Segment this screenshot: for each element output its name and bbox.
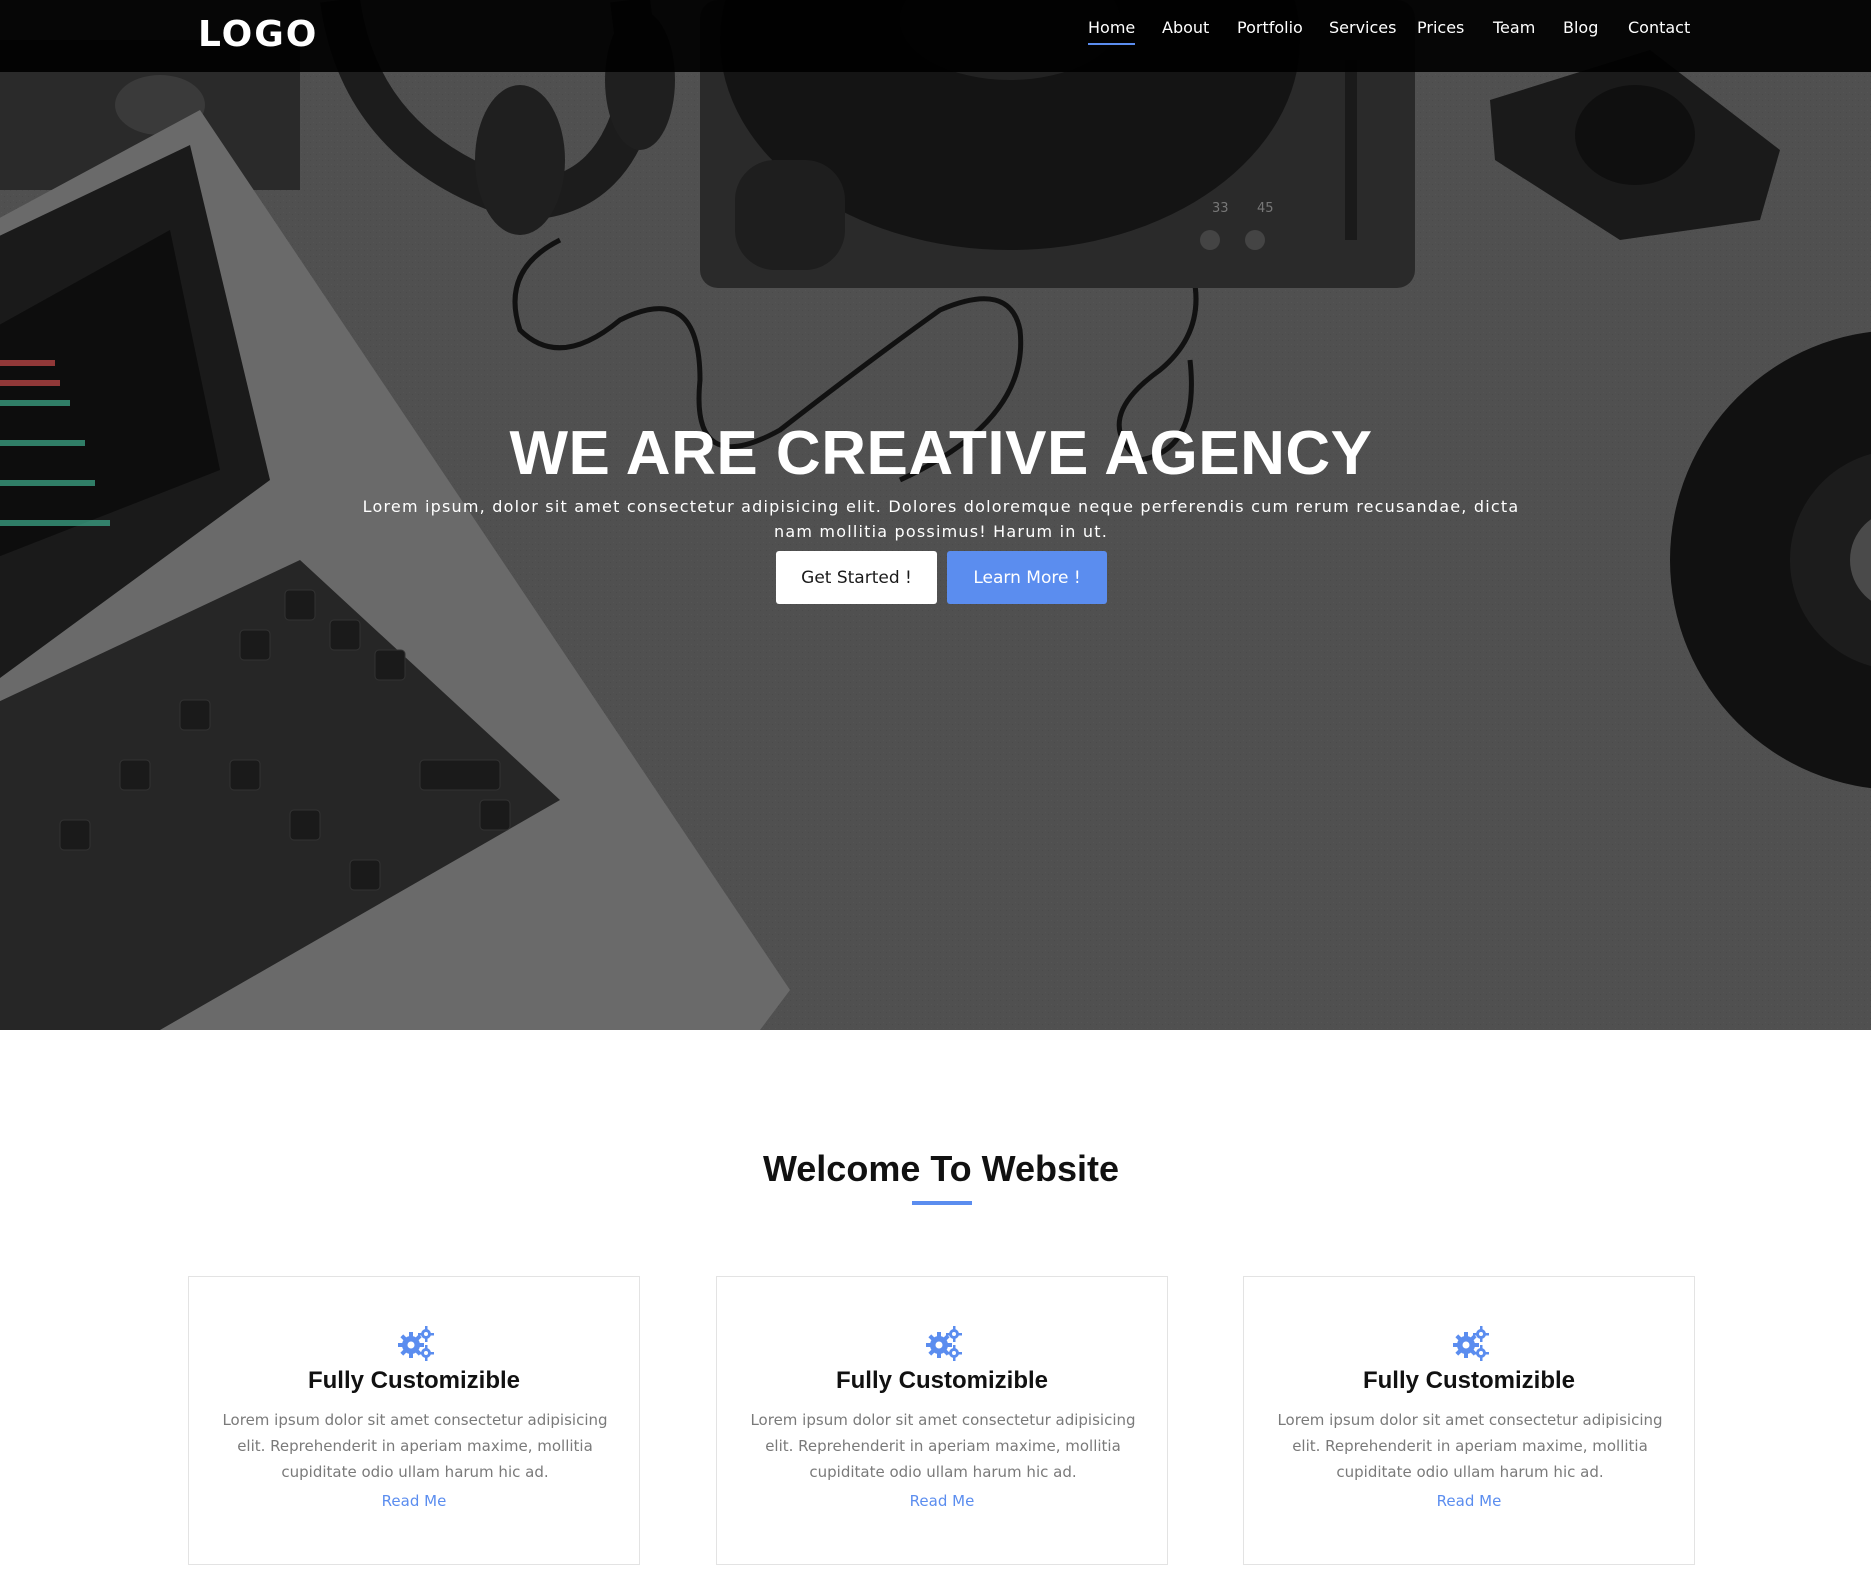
read-me-link[interactable]: Read Me bbox=[189, 1492, 639, 1510]
svg-text:45: 45 bbox=[1257, 201, 1274, 216]
get-started-button[interactable]: Get Started ! bbox=[776, 551, 937, 604]
card-title: Fully Customizible bbox=[835, 1367, 1048, 1394]
hero-section: 33 45 LOGO Home About Portfolio Services… bbox=[0, 0, 1871, 1030]
gears-icon bbox=[926, 1326, 962, 1361]
nav-services[interactable]: Services bbox=[1329, 18, 1396, 43]
card-text: Lorem ipsum dolor sit amet consectetur a… bbox=[1277, 1411, 1663, 1481]
svg-text:33: 33 bbox=[1212, 201, 1229, 216]
gears-icon bbox=[398, 1326, 434, 1361]
feature-card: Fully Customizible Lorem ipsum dolor sit… bbox=[716, 1276, 1168, 1565]
card-title: Fully Customizible bbox=[307, 1367, 520, 1394]
feature-card: Fully Customizible Lorem ipsum dolor sit… bbox=[188, 1276, 640, 1565]
nav-home[interactable]: Home bbox=[1088, 18, 1136, 45]
card-text: Lorem ipsum dolor sit amet consectetur a… bbox=[750, 1411, 1136, 1481]
gears-icon bbox=[1453, 1326, 1489, 1361]
welcome-title: Welcome To Website bbox=[762, 1148, 1120, 1189]
read-me-link[interactable]: Read Me bbox=[717, 1492, 1167, 1510]
nav-portfolio[interactable]: Portfolio bbox=[1237, 18, 1303, 43]
nav-prices[interactable]: Prices bbox=[1417, 18, 1464, 43]
card-title: Fully Customizible bbox=[1362, 1367, 1575, 1394]
card-text: Lorem ipsum dolor sit amet consectetur a… bbox=[222, 1411, 608, 1481]
title-underline bbox=[912, 1201, 972, 1205]
hero-title: WE ARE CREATIVE AGENCY bbox=[509, 419, 1373, 488]
feature-card: Fully Customizible Lorem ipsum dolor sit… bbox=[1243, 1276, 1695, 1565]
navbar: LOGO Home About Portfolio Services Price… bbox=[0, 0, 1871, 72]
learn-more-button[interactable]: Learn More ! bbox=[947, 551, 1107, 604]
nav-about[interactable]: About bbox=[1162, 18, 1209, 43]
nav-team[interactable]: Team bbox=[1493, 18, 1535, 43]
nav-contact[interactable]: Contact bbox=[1628, 18, 1690, 43]
read-me-link[interactable]: Read Me bbox=[1244, 1492, 1694, 1510]
main-nav: Home About Portfolio Services Prices Tea… bbox=[0, 0, 1871, 72]
nav-blog[interactable]: Blog bbox=[1563, 18, 1598, 43]
hero-subtitle: Lorem ipsum, dolor sit amet consectetur … bbox=[362, 497, 1520, 541]
